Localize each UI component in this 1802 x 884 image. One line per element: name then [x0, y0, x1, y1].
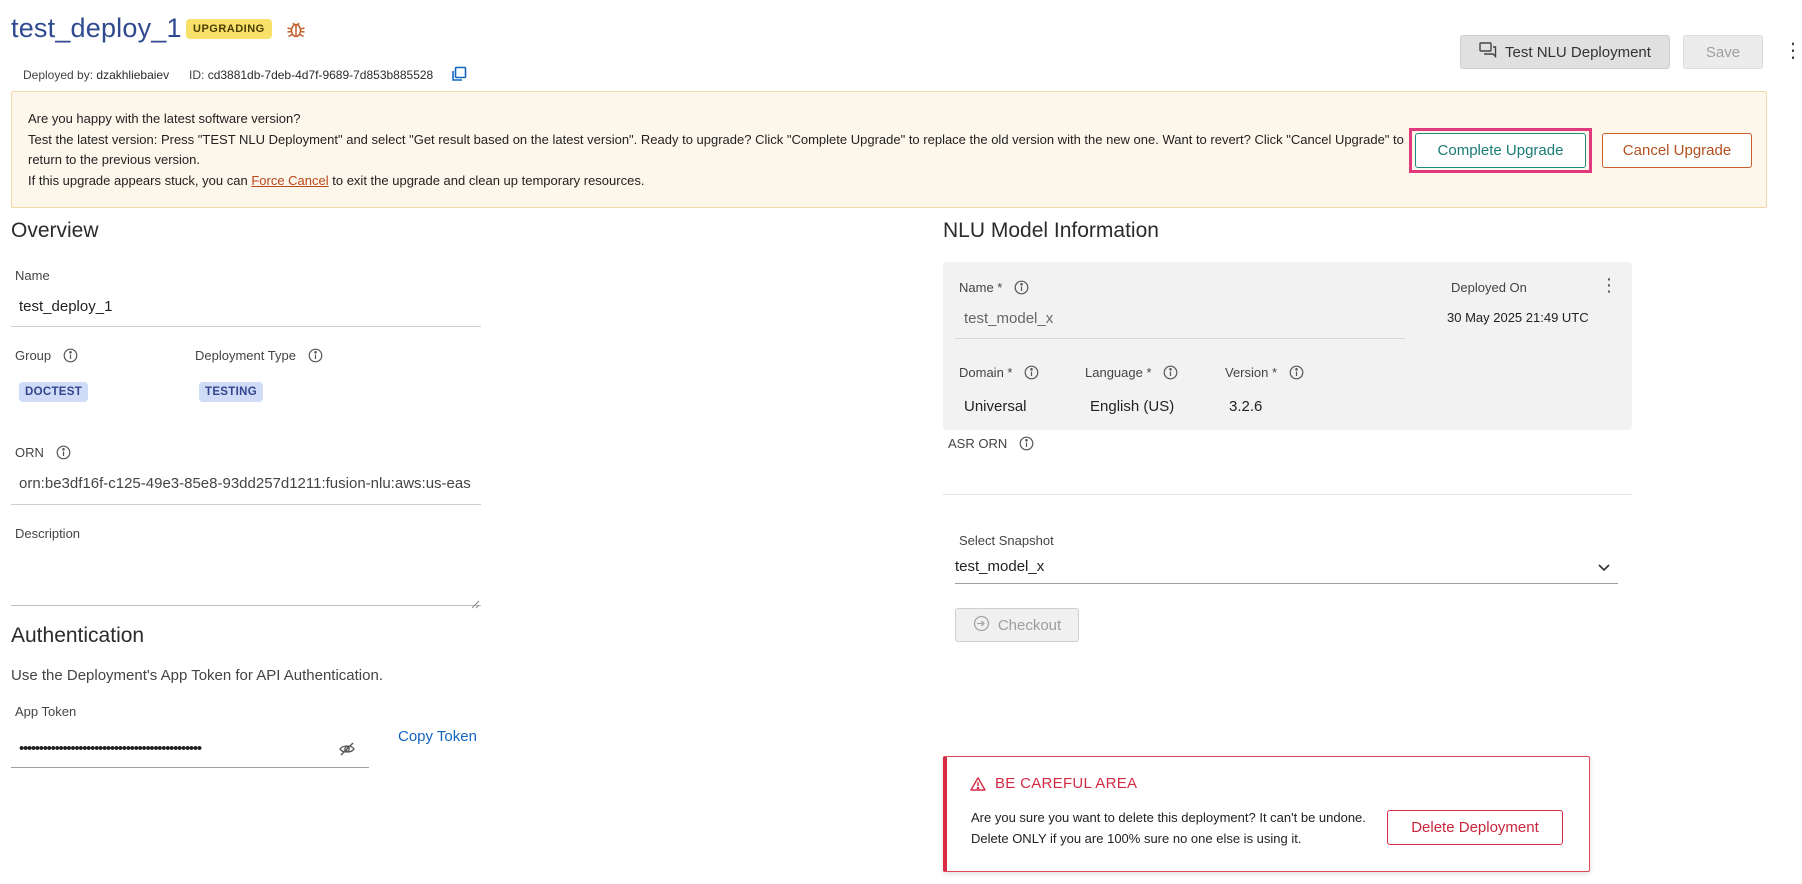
domain-value: Universal: [964, 398, 1027, 415]
test-nlu-label: Test NLU Deployment: [1505, 43, 1651, 61]
name-label: Name: [15, 268, 50, 283]
deployment-id: ID: cd3881db-7deb-4d7f-9689-7d853b885528: [189, 68, 433, 82]
banner-stuck-prefix: If this upgrade appears stuck, you can: [28, 172, 248, 188]
status-badge: UPGRADING: [186, 19, 272, 39]
overview-heading: Overview: [11, 219, 99, 242]
nlu-name-value: test_model_x: [964, 310, 1054, 327]
nlu-heading: NLU Model Information: [943, 219, 1159, 242]
id-label: ID:: [189, 68, 205, 82]
language-label: Language *: [1085, 365, 1178, 380]
banner-stuck-line: If this upgrade appears stuck, you can F…: [28, 171, 1418, 192]
select-snapshot-label: Select Snapshot: [959, 533, 1054, 548]
version-label: Version *: [1225, 365, 1304, 380]
snapshot-select-value: test_model_x: [955, 558, 1045, 575]
app-token-value: ••••••••••••••••••••••••••••••••••••••••…: [19, 740, 202, 757]
deployed-by: Deployed by: dzakhliebaiev: [23, 68, 169, 82]
nlu-name-label: Name *: [959, 280, 1029, 295]
force-cancel-link[interactable]: Force Cancel: [251, 173, 328, 188]
deployed-on-value: 30 May 2025 21:49 UTC: [1447, 310, 1589, 325]
info-icon[interactable]: [1014, 280, 1029, 295]
language-value: English (US): [1090, 398, 1175, 415]
orn-field[interactable]: orn:be3df16f-c125-49e3-85e8-93dd257d1211…: [19, 475, 474, 492]
deployed-by-value: dzakhliebaiev: [96, 68, 170, 82]
snapshot-select[interactable]: [955, 553, 1618, 584]
asr-orn-label: ASR ORN: [948, 436, 1034, 451]
orn-underline: [11, 504, 481, 505]
authentication-subtitle: Use the Deployment's App Token for API A…: [11, 667, 383, 684]
info-icon[interactable]: [56, 445, 71, 460]
checkout-button[interactable]: Checkout: [955, 608, 1079, 642]
version-value: 3.2.6: [1229, 398, 1263, 415]
group-label: Group: [15, 348, 78, 363]
danger-zone-title: BE CAREFUL AREA: [995, 775, 1138, 792]
resize-handle-icon[interactable]: [470, 596, 480, 609]
warning-icon: [970, 776, 986, 792]
copy-icon[interactable]: [450, 65, 468, 83]
info-icon[interactable]: [1289, 365, 1304, 380]
group-chip: DOCTEST: [19, 382, 89, 402]
orn-label: ORN: [15, 445, 71, 460]
chevron-down-icon[interactable]: [1595, 558, 1613, 576]
info-icon[interactable]: [63, 348, 78, 363]
authentication-heading: Authentication: [11, 624, 145, 647]
test-nlu-deployment-button[interactable]: Test NLU Deployment: [1460, 35, 1670, 69]
name-underline: [11, 326, 481, 327]
domain-label: Domain *: [959, 365, 1039, 380]
asr-orn-underline: [943, 494, 1632, 495]
kebab-icon[interactable]: ⋮: [1600, 276, 1618, 296]
deployed-on-label: Deployed On: [1451, 280, 1527, 295]
kebab-icon[interactable]: ⋮: [1783, 40, 1802, 64]
danger-zone-text: Are you sure you want to delete this dep…: [971, 810, 1366, 846]
info-icon[interactable]: [308, 348, 323, 363]
checkout-icon: [973, 615, 990, 636]
banner-stuck-suffix: to exit the upgrade and clean up tempora…: [332, 172, 645, 188]
app-token-label: App Token: [15, 704, 77, 719]
upgrade-banner-text: Are you happy with the latest software v…: [28, 109, 1418, 191]
name-field[interactable]: test_deploy_1: [19, 298, 112, 315]
banner-instructions: Test the latest version: Press "TEST NLU…: [28, 131, 1404, 168]
info-icon[interactable]: [1163, 365, 1178, 380]
nlu-model-panel: [943, 262, 1632, 430]
eye-off-icon[interactable]: [338, 740, 356, 758]
nlu-name-underline: [955, 338, 1405, 339]
page-title: test_deploy_1: [11, 13, 182, 43]
complete-upgrade-button[interactable]: Complete Upgrade: [1415, 133, 1586, 168]
deployment-type-chip: TESTING: [199, 382, 263, 402]
save-button[interactable]: Save: [1683, 35, 1763, 69]
checkout-label: Checkout: [997, 616, 1062, 634]
copy-token-button[interactable]: Copy Token: [398, 728, 477, 745]
banner-question: Are you happy with the latest software v…: [28, 111, 301, 126]
id-value: cd3881db-7deb-4d7f-9689-7d853b885528: [207, 68, 434, 82]
description-label: Description: [15, 526, 81, 541]
description-textarea[interactable]: [11, 548, 481, 606]
deployed-by-label: Deployed by:: [23, 68, 94, 82]
delete-deployment-button[interactable]: Delete Deployment: [1387, 810, 1563, 845]
chat-icon: [1479, 42, 1497, 62]
cancel-upgrade-button[interactable]: Cancel Upgrade: [1602, 133, 1752, 168]
bug-icon[interactable]: [285, 18, 307, 40]
info-icon[interactable]: [1019, 436, 1034, 451]
info-icon[interactable]: [1024, 365, 1039, 380]
deployment-type-label: Deployment Type: [195, 348, 323, 363]
